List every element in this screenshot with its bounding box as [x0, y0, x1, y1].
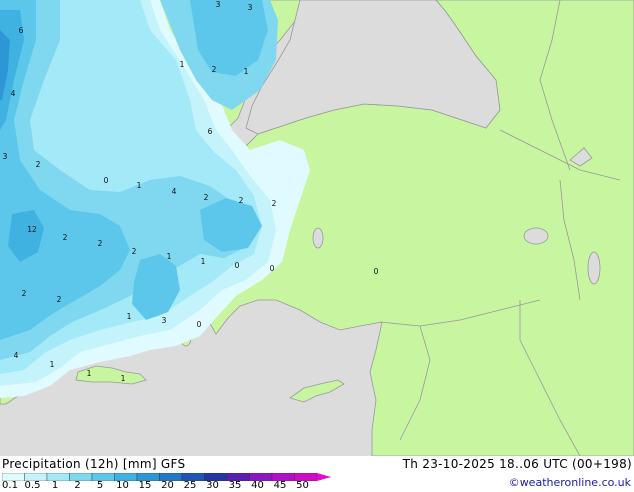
map-label: 4 — [14, 351, 19, 360]
map-label: 0 — [235, 261, 240, 270]
lake-tuz — [312, 227, 324, 249]
map-label: 1 — [244, 67, 249, 76]
valid-time: Th 23-10-2025 18..06 UTC (00+198) — [402, 457, 632, 471]
map-label: 2 — [22, 289, 27, 298]
colorbar-label: 45 — [273, 480, 287, 491]
map-label: 1 — [121, 374, 126, 383]
lake-van — [523, 227, 549, 245]
credit-link[interactable]: ©weatheronline.co.uk — [509, 476, 631, 489]
map-label: 0 — [270, 264, 275, 273]
map-label: 0 — [197, 320, 202, 329]
map-label: 2 — [132, 247, 137, 256]
map-label: 3 — [162, 316, 167, 325]
map-label: 3 — [248, 3, 253, 12]
colorbar-label: 20 — [161, 480, 174, 491]
map-label: 4 — [11, 89, 16, 98]
map-label: 6 — [208, 127, 213, 136]
colorbar-label: 10 — [116, 480, 129, 491]
map-label: 2 — [57, 295, 62, 304]
map-label: 1 — [50, 360, 55, 369]
map-label: 0 — [104, 176, 109, 185]
map-label: 1 — [180, 60, 185, 69]
map-footer: Precipitation (12h) [mm] GFS Th 23-10-20… — [0, 456, 634, 492]
map-label: 2 — [272, 199, 277, 208]
map-label: 2 — [212, 65, 217, 74]
map-label: 4 — [172, 187, 177, 196]
colorbar-label: 40 — [251, 480, 264, 491]
colorbar-label: 25 — [183, 480, 197, 491]
map-label: 1 — [201, 257, 206, 266]
map-label: 0 — [374, 267, 379, 276]
map-label: 2 — [204, 193, 209, 202]
colorbar-label: 15 — [138, 480, 152, 491]
colorbar-label: 30 — [206, 480, 219, 491]
map-label: 12 — [27, 225, 37, 234]
weather-map: 3 3 6 1 2 1 4 3 2 6 0 1 4 2 2 2 2 2 12 2… — [0, 0, 634, 456]
colorbar-label: 0.1 — [2, 480, 18, 491]
colorbar-labels: 0.1 0.5 1 2 5 10 15 20 25 30 35 40 45 50 — [0, 480, 340, 492]
colorbar-label: 50 — [296, 480, 309, 491]
map-label: 1 — [167, 252, 172, 261]
colorbar-label: 2 — [74, 480, 81, 491]
lake-urmia — [587, 251, 601, 285]
map-label: 1 — [87, 369, 92, 378]
map-label: 3 — [216, 0, 221, 9]
map-label: 1 — [137, 181, 142, 190]
map-label: 2 — [98, 239, 103, 248]
colorbar-label: 5 — [96, 480, 104, 491]
map-label: 3 — [3, 152, 8, 161]
map-label: 2 — [36, 160, 41, 169]
colorbar-label: 0.5 — [24, 480, 41, 491]
map-label: 6 — [19, 26, 24, 35]
colorbar-label: 1 — [51, 480, 59, 491]
map-label: 2 — [239, 196, 244, 205]
map-label: 2 — [63, 233, 68, 242]
map-title: Precipitation (12h) [mm] GFS — [2, 457, 186, 471]
colorbar-label: 35 — [228, 480, 242, 491]
map-label: 1 — [127, 312, 132, 321]
